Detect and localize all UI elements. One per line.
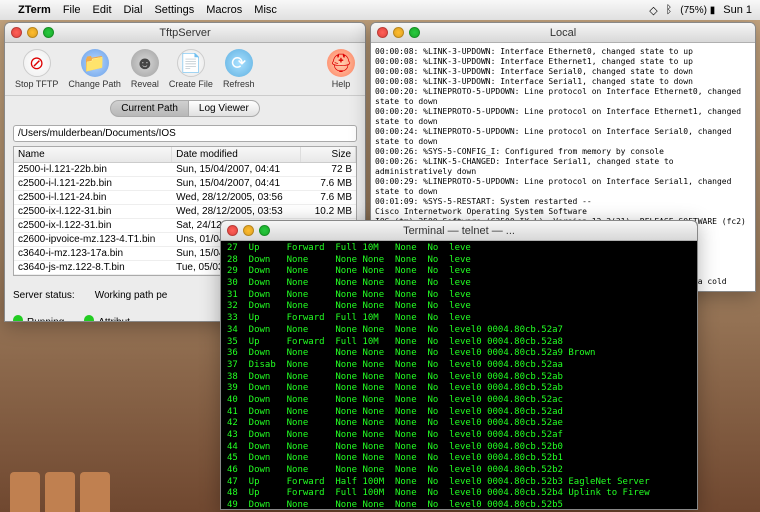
zoom-icon[interactable] bbox=[43, 27, 54, 38]
status-dot-icon bbox=[13, 315, 23, 322]
desert-object bbox=[10, 472, 40, 512]
col-name[interactable]: Name bbox=[14, 147, 172, 162]
menu-file[interactable]: File bbox=[63, 4, 81, 16]
help-button[interactable]: ⛑Help bbox=[323, 47, 359, 91]
menu-dial[interactable]: Dial bbox=[124, 4, 143, 16]
stop-tftp-button[interactable]: ⊘Stop TFTP bbox=[11, 47, 62, 91]
reveal-button[interactable]: ☻Reveal bbox=[127, 47, 163, 91]
col-size[interactable]: Size bbox=[301, 147, 356, 162]
table-row[interactable]: c2500-ix-l.122-31.binWed, 28/12/2005, 03… bbox=[14, 205, 356, 219]
help-icon: ⛑ bbox=[327, 49, 355, 77]
clock[interactable]: Sun 1 bbox=[723, 4, 752, 16]
attributes-label: Attribut bbox=[84, 315, 130, 322]
minimize-icon[interactable] bbox=[243, 225, 254, 236]
path-field[interactable]: /Users/mulderbean/Documents/IOS bbox=[13, 125, 357, 142]
bluetooth-icon[interactable]: ᛒ bbox=[666, 4, 673, 16]
terminal-window: Terminal — telnet — ... 27 Up Forward Fu… bbox=[220, 220, 698, 510]
stop-icon: ⊘ bbox=[23, 49, 51, 77]
refresh-button[interactable]: ⟳Refresh bbox=[219, 47, 259, 91]
table-row[interactable]: c2500-i-l.121-22b.binSun, 15/04/2007, 04… bbox=[14, 177, 356, 191]
status-dot-icon bbox=[84, 315, 94, 322]
minimize-icon[interactable] bbox=[393, 27, 404, 38]
desert-object bbox=[45, 472, 75, 512]
toolbar: ⊘Stop TFTP 📁Change Path ☻Reveal 📄Create … bbox=[5, 43, 365, 96]
table-row[interactable]: c2500-i-l.121-24.binWed, 28/12/2005, 03:… bbox=[14, 191, 356, 205]
tab-current-path[interactable]: Current Path bbox=[110, 100, 189, 117]
desert-object bbox=[80, 472, 110, 512]
tftp-titlebar[interactable]: TftpServer bbox=[5, 23, 365, 43]
close-icon[interactable] bbox=[11, 27, 22, 38]
spotlight-icon[interactable]: ◇ bbox=[649, 4, 657, 17]
finder-icon: ☻ bbox=[131, 49, 159, 77]
tab-log-viewer[interactable]: Log Viewer bbox=[189, 100, 260, 117]
col-date[interactable]: Date modified bbox=[172, 147, 300, 162]
battery-status[interactable]: (75%) ▮ bbox=[680, 5, 715, 16]
app-name[interactable]: ZTerm bbox=[18, 4, 51, 16]
menu-edit[interactable]: Edit bbox=[93, 4, 112, 16]
zoom-icon[interactable] bbox=[409, 27, 420, 38]
refresh-icon: ⟳ bbox=[225, 49, 253, 77]
menubar: ZTerm File Edit Dial Settings Macros Mis… bbox=[0, 0, 760, 20]
menu-settings[interactable]: Settings bbox=[154, 4, 194, 16]
terminal-titlebar[interactable]: Terminal — telnet — ... bbox=[221, 221, 697, 241]
server-status-label: Server status: bbox=[13, 290, 75, 301]
close-icon[interactable] bbox=[377, 27, 388, 38]
window-title: Local bbox=[550, 27, 576, 39]
window-title: Terminal — telnet — ... bbox=[403, 225, 515, 237]
change-path-button[interactable]: 📁Change Path bbox=[64, 47, 125, 91]
zoom-icon[interactable] bbox=[259, 225, 270, 236]
menu-misc[interactable]: Misc bbox=[254, 4, 277, 16]
window-title: TftpServer bbox=[159, 27, 210, 39]
close-icon[interactable] bbox=[227, 225, 238, 236]
table-row[interactable]: 2500-i-l.121-22b.binSun, 15/04/2007, 04:… bbox=[14, 163, 356, 177]
working-path-label: Working path pe bbox=[95, 290, 168, 301]
minimize-icon[interactable] bbox=[27, 27, 38, 38]
path-icon: 📁 bbox=[81, 49, 109, 77]
menu-macros[interactable]: Macros bbox=[206, 4, 242, 16]
local-titlebar[interactable]: Local bbox=[371, 23, 755, 43]
terminal-output[interactable]: 27 Up Forward Full 10M None No leve 28 D… bbox=[221, 241, 697, 510]
create-file-button[interactable]: 📄Create File bbox=[165, 47, 217, 91]
file-icon: 📄 bbox=[177, 49, 205, 77]
tabs: Current Path Log Viewer bbox=[5, 96, 365, 121]
server-running: Running bbox=[13, 315, 64, 322]
